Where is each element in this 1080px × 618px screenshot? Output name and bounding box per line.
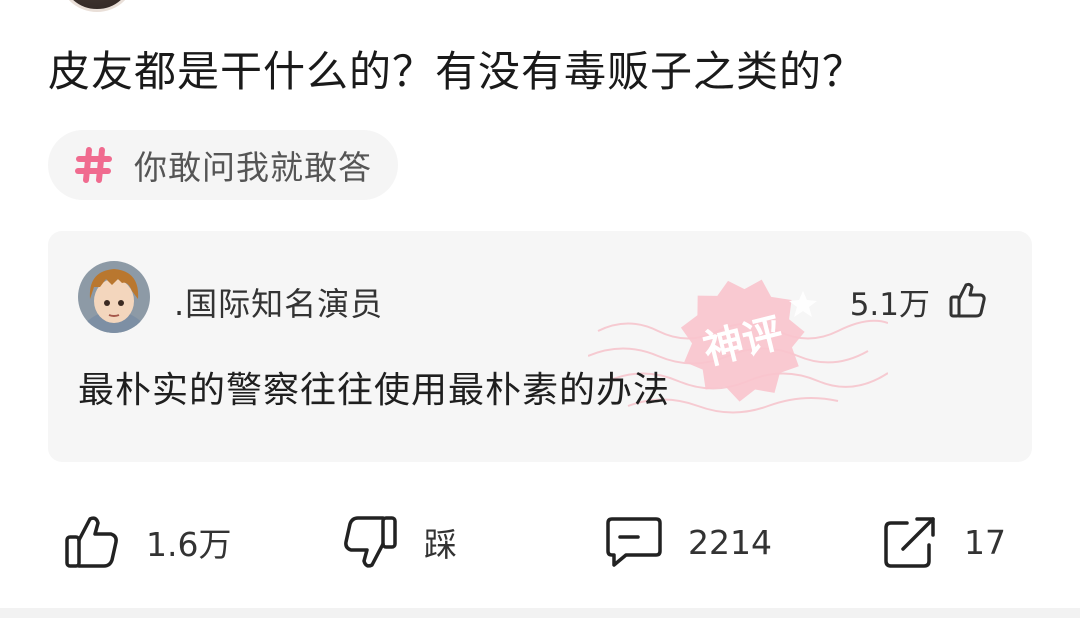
- post-title: 皮友都是干什么的？有没有毒贩子之类的？: [48, 47, 866, 96]
- dislike-label: 踩: [424, 525, 457, 564]
- topic-label: 你敢问我就敢答: [134, 148, 372, 187]
- comment-like-button[interactable]: 5.1万: [850, 279, 988, 324]
- topic-tag[interactable]: 你敢问我就敢答: [48, 130, 398, 200]
- hashtag-icon: [74, 145, 114, 185]
- author-avatar[interactable]: [58, 0, 136, 12]
- like-count: 1.6万: [146, 525, 232, 564]
- comment-count: 2214: [688, 522, 772, 562]
- thumbs-up-icon: [948, 280, 988, 324]
- commenter-name[interactable]: .国际知名演员: [174, 279, 383, 325]
- comment-like-count: 5.1万: [849, 287, 930, 323]
- dislike-button[interactable]: 踩: [340, 500, 457, 584]
- comment-icon: [604, 512, 664, 572]
- commenter-avatar[interactable]: [78, 261, 150, 333]
- thumbs-up-icon: [62, 512, 122, 572]
- share-button[interactable]: 17: [880, 500, 1006, 584]
- action-bar: 1.6万 踩 2214 17: [0, 500, 1080, 584]
- comment-button[interactable]: 2214: [604, 500, 772, 584]
- like-button[interactable]: 1.6万: [62, 500, 231, 584]
- post-page: 皮友都是干什么的？有没有毒贩子之类的？ 你敢问我就敢答 神评 .国际知名演员 5…: [0, 0, 1080, 618]
- thumbs-down-icon: [340, 512, 400, 572]
- share-count: 17: [964, 522, 1006, 562]
- comment-text: 最朴实的警察往往使用最朴素的办法: [78, 370, 671, 411]
- share-icon: [880, 512, 940, 572]
- god-comment-card[interactable]: 神评 .国际知名演员 5.1万 最朴实的警察往往使用最朴素的办法: [48, 231, 1032, 462]
- section-divider: [0, 608, 1080, 618]
